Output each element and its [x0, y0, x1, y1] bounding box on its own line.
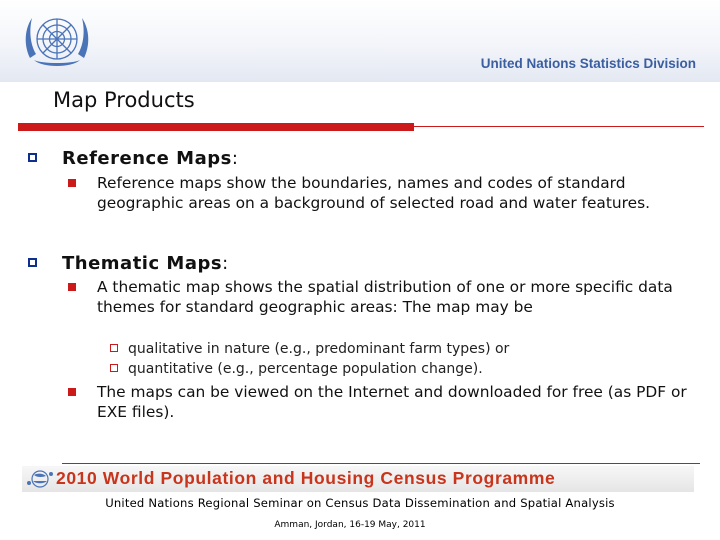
- section-heading-text: Reference Maps: [62, 148, 232, 169]
- footer-rule: [62, 463, 700, 464]
- census-banner: 2010 World Population and Housing Census…: [22, 466, 694, 492]
- seminar-title: United Nations Regional Seminar on Censu…: [105, 496, 615, 510]
- section-heading-colon: :: [222, 253, 229, 274]
- bullet-square-icon: [68, 179, 76, 187]
- reference-maps-text: Reference maps show the boundaries, name…: [97, 174, 651, 212]
- bullet-square-icon: [68, 283, 76, 291]
- bullet-square-icon: [68, 388, 76, 396]
- section-bullet-icon: [28, 258, 37, 267]
- division-name: United Nations Statistics Division: [480, 56, 696, 71]
- section-bullet-icon: [28, 153, 37, 162]
- sub-bullet-icon: [110, 364, 118, 372]
- sub-bullet-icon: [110, 344, 118, 352]
- download-text: The maps can be viewed on the Internet a…: [97, 383, 687, 421]
- census-banner-text: 2010 World Population and Housing Census…: [56, 468, 556, 488]
- census-globe-icon: [27, 470, 53, 488]
- thematic-maps-text: A thematic map shows the spatial distrib…: [97, 278, 673, 316]
- title-rule-thin: [414, 126, 704, 127]
- qualitative-text: qualitative in nature (e.g., predominant…: [128, 341, 510, 357]
- section-heading-thematic: Thematic Maps:: [62, 253, 229, 274]
- quantitative-text: quantitative (e.g., percentage populatio…: [128, 361, 483, 377]
- un-emblem-icon: [25, 18, 89, 66]
- seminar-location: Amman, Jordan, 16-19 May, 2011: [274, 520, 426, 530]
- title-rule: [18, 123, 414, 131]
- section-heading-reference: Reference Maps:: [62, 148, 238, 169]
- section-heading-text: Thematic Maps: [62, 253, 223, 274]
- section-heading-colon: :: [231, 148, 239, 169]
- slide-title: Map Products: [53, 88, 195, 112]
